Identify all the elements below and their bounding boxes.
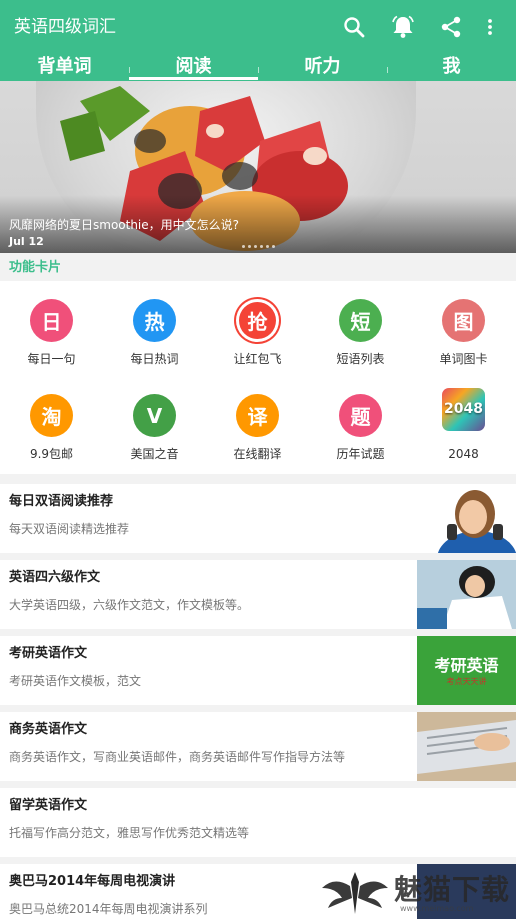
featured-banner[interactable]: 风靡网络的夏日smoothie，用中文怎么说? Jul 12 [0,81,516,253]
more-vert-icon[interactable] [475,12,505,42]
feature-label: 单词图卡 [439,352,488,366]
app-screen: 英语四级词汇 背单词 阅读 听力 我 风靡网络的夏日smoothie，用中文怎么… [0,0,516,919]
sun-char-icon: 日 [30,299,73,342]
feature-label: 美国之音 [130,447,179,461]
voa-letter-icon: V [133,394,176,437]
thumbnail-title: 考研英语 [434,656,499,675]
tab-divider [258,67,259,73]
dragon-logo-icon [322,872,388,914]
article-title: 考研英语作文 [9,646,88,661]
active-tab-indicator [129,77,258,80]
exam-char-icon: 题 [339,394,382,437]
feature-label: 在线翻译 [233,447,282,461]
feature-label: 每日热词 [130,352,179,366]
tab-listening[interactable]: 听力 [258,53,387,81]
feature-cards-heading: 功能卡片 [9,260,62,275]
translate-char-icon: 译 [236,394,279,437]
site-watermark: 魅猫下载 www.meimao.com [320,866,516,919]
share-icon[interactable] [436,12,466,42]
article-business-essays[interactable]: 商务英语作文 商务英语作文，写商业英语邮件，商务英语邮件写作指导方法等 [0,712,516,781]
feature-red-packet[interactable]: 抢 让红包飞 [206,281,309,377]
short-char-icon: 短 [339,299,382,342]
article-desc: 考研英语作文模板，范文 [9,674,142,688]
tab-divider [387,67,388,73]
article-daily-reading[interactable]: 每日双语阅读推荐 每天双语阅读精选推荐 [0,484,516,553]
tab-label: 我 [442,56,461,77]
article-title: 留学英语作文 [9,798,88,813]
hot-char-icon: 热 [133,299,176,342]
feature-translate[interactable]: 译 在线翻译 [206,376,309,472]
picture-char-icon: 图 [442,299,485,342]
banner-caption: 风靡网络的夏日smoothie，用中文怎么说? [9,218,240,232]
feature-shopping[interactable]: 淘 9.9包邮 [0,376,103,472]
feature-voa[interactable]: V 美国之音 [103,376,206,472]
tab-label: 听力 [304,56,341,77]
tab-words[interactable]: 背单词 [0,53,129,81]
thumbnail-subtitle: 考点天天讲 [446,677,487,686]
alarm-bell-icon[interactable] [388,12,418,42]
headset-woman-thumbnail [417,484,516,553]
feature-phrase-list[interactable]: 短 短语列表 [309,281,412,377]
feature-2048-game[interactable]: 2048 2048 [412,376,515,472]
article-title: 奥巴马2014年每周电视演讲 [9,874,176,889]
tab-divider [129,67,130,73]
article-cet-essays[interactable]: 英语四六级作文 大学英语四级，六级作文范文，作文模板等。 [0,560,516,629]
app-bar: 英语四级词汇 背单词 阅读 听力 我 [0,0,516,81]
app-title: 英语四级词汇 [14,17,116,37]
page-dot [272,245,275,248]
game-2048-text: 2048 [444,401,483,417]
page-dot [260,245,263,248]
postgrad-english-thumbnail: 考研英语 考点天天讲 [417,636,516,705]
writing-student-thumbnail [417,560,516,629]
tab-me[interactable]: 我 [387,53,516,81]
article-title: 英语四六级作文 [9,570,101,585]
banner-page-indicator [242,245,275,248]
feature-label: 9.9包邮 [29,447,74,461]
feature-label: 短语列表 [336,352,385,366]
feature-word-cards[interactable]: 图 单词图卡 [412,281,515,377]
keyboard-typing-thumbnail [417,712,516,781]
page-dot [266,245,269,248]
page-dot [248,245,251,248]
article-postgrad-essays[interactable]: 考研英语作文 考研英语作文模板，范文 考研英语 考点天天讲 [0,636,516,705]
article-desc: 商务英语作文，写商业英语邮件，商务英语邮件写作指导方法等 [9,750,346,764]
search-icon[interactable] [339,12,369,42]
feature-hot-words[interactable]: 热 每日热词 [103,281,206,377]
article-desc: 托福写作高分范文，雅思写作优秀范文精选等 [9,826,250,840]
article-desc: 每天双语阅读精选推荐 [9,522,130,536]
feature-label: 让红包飞 [233,352,282,366]
tab-label: 背单词 [37,56,92,77]
feature-daily-sentence[interactable]: 日 每日一句 [0,281,103,377]
tab-label: 阅读 [175,56,212,77]
feature-label: 2048 [448,447,479,461]
watermark-url: www.meimao.com [400,904,474,913]
article-desc: 大学英语四级，六级作文范文，作文模板等。 [9,598,250,612]
feature-past-exams[interactable]: 题 历年试题 [309,376,412,472]
grab-char-icon: 抢 [236,299,279,342]
article-title: 商务英语作文 [9,722,88,737]
article-title: 每日双语阅读推荐 [9,494,114,509]
feature-grid: 日 每日一句 热 每日热词 抢 让红包飞 短 短语列表 图 单词图卡 淘 9.9… [0,281,516,474]
page-dot [242,245,245,248]
banner-date: Jul 12 [9,235,44,248]
watermark-text: 魅猫下载 [394,873,511,906]
article-study-abroad-essays[interactable]: 留学英语作文 托福写作高分范文，雅思写作优秀范文精选等 [0,788,516,857]
feature-label: 历年试题 [336,447,385,461]
taobao-char-icon: 淘 [30,394,73,437]
feature-label: 每日一句 [27,352,76,366]
page-dot [254,245,257,248]
article-desc: 奥巴马总统2014年每周电视演讲系列 [9,902,208,916]
game-2048-icon: 2048 [442,388,485,431]
